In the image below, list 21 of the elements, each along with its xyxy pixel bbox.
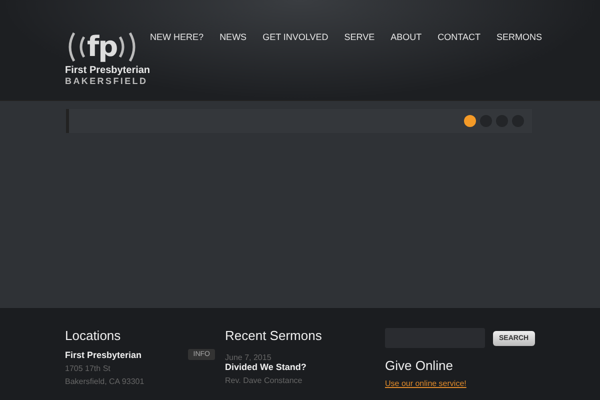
section-heading: Give Online: [385, 358, 453, 373]
sermon-date: June 7, 2015: [225, 353, 272, 362]
address-line: 1705 17th St: [65, 364, 110, 373]
slide-dot[interactable]: [464, 115, 476, 127]
location-name: First Presbyterian: [65, 350, 142, 360]
nav-link[interactable]: SERMONS: [496, 32, 542, 42]
section-heading: Recent Sermons: [225, 328, 322, 343]
sermon-link[interactable]: Divided We Stand?: [225, 362, 306, 372]
nav-link[interactable]: ABOUT: [390, 32, 422, 42]
section-heading: Locations: [65, 328, 121, 343]
give-link[interactable]: Use our online service!: [385, 379, 466, 388]
logo-name: First Presbyterian: [65, 65, 150, 76]
nav-link[interactable]: NEW HERE?: [150, 32, 204, 42]
nav-link[interactable]: SERVE: [344, 32, 375, 42]
nav-link[interactable]: CONTACT: [438, 32, 480, 42]
logo-mark: fp: [87, 32, 118, 62]
nav-link[interactable]: GET INVOLVED: [262, 32, 328, 42]
nav-link[interactable]: NEWS: [220, 32, 247, 42]
sermon-speaker: Rev. Dave Constance: [225, 376, 302, 385]
address-line: Bakersfield, CA 93301: [65, 377, 144, 386]
logo-city: BAKERSFIELD: [65, 76, 148, 86]
